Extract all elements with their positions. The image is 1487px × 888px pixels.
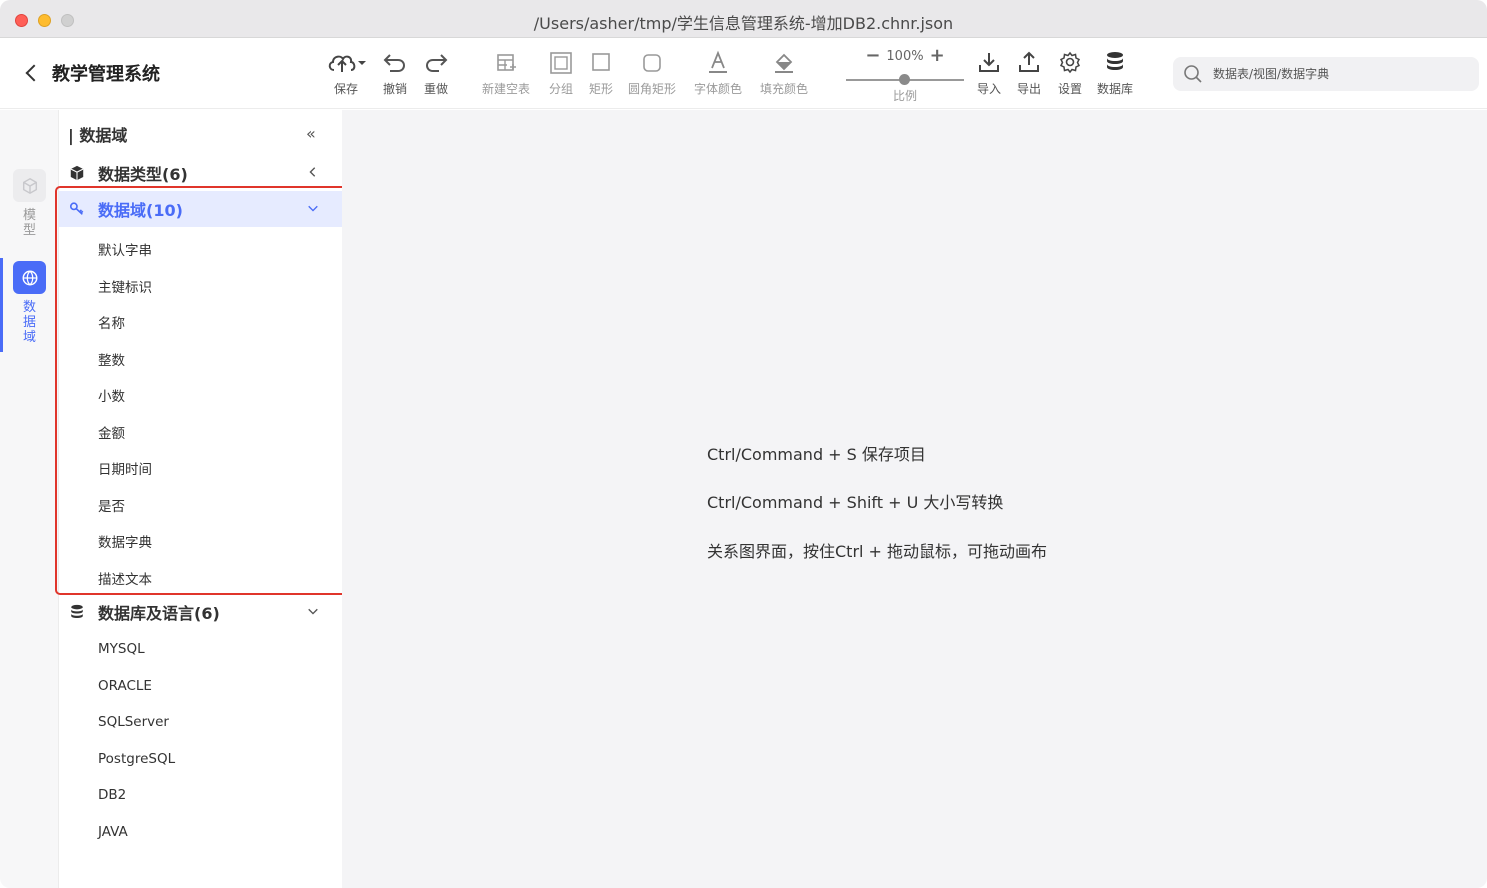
left-rail: 模型 数据域	[0, 110, 59, 888]
hint-case-convert: Ctrl/Command + Shift + U 大小写转换	[707, 493, 1004, 512]
font-color-icon	[709, 50, 727, 73]
group-data-types-title: 数据类型(6)	[98, 165, 188, 184]
redo-button[interactable]: 重做	[423, 50, 449, 97]
new-table-label: 新建空表	[482, 82, 531, 96]
group-label: 分组	[548, 82, 573, 96]
system-title: 教学管理系统	[52, 64, 160, 85]
globe-icon	[13, 261, 46, 294]
zoom-slider-handle[interactable]	[899, 74, 910, 85]
font-color-label: 字体颜色	[694, 82, 743, 96]
collapse-panel-button[interactable]: «	[306, 124, 316, 143]
search-icon	[1184, 65, 1202, 83]
db-item[interactable]: SQLServer	[98, 714, 169, 730]
group-icon	[550, 52, 572, 74]
window-title: /Users/asher/tmp/学生信息管理系统-增加DB2.chnr.jso…	[533, 14, 954, 33]
fill-color-label: 填充颜色	[760, 82, 809, 96]
panel-title: | 数据域	[68, 126, 128, 145]
db-item[interactable]: MYSQL	[98, 641, 145, 657]
cube-icon	[68, 164, 86, 182]
redo-label: 重做	[423, 82, 448, 96]
import-button[interactable]: 导入	[976, 50, 1002, 97]
zoom-control: − 100% + 比例	[844, 47, 966, 104]
group-button[interactable]: 分组	[548, 50, 574, 97]
hint-drag-canvas: 关系图界面，按住Ctrl + 拖动鼠标，可拖动画布	[707, 542, 1048, 561]
new-table-button[interactable]: 新建空表	[482, 50, 530, 97]
zoom-label: 比例	[892, 89, 917, 103]
group-database-languages-title: 数据库及语言(6)	[98, 604, 220, 623]
paint-bucket-icon	[775, 53, 793, 73]
settings-label: 设置	[1057, 82, 1082, 96]
rounded-rectangle-label: 圆角矩形	[628, 82, 677, 96]
db-item[interactable]: DB2	[98, 787, 126, 803]
title-bar: /Users/asher/tmp/学生信息管理系统-增加DB2.chnr.jso…	[0, 0, 1487, 38]
import-label: 导入	[976, 82, 1001, 96]
rectangle-label: 矩形	[588, 82, 613, 96]
rounded-rectangle-button[interactable]: 圆角矩形	[628, 50, 676, 97]
database-icon	[68, 603, 86, 621]
highlight-annotation	[55, 186, 354, 595]
hint-save: Ctrl/Command + S 保存项目	[707, 445, 926, 464]
save-button[interactable]: 保存	[326, 50, 366, 97]
database-button[interactable]: 数据库	[1097, 50, 1133, 97]
rail-item-domain[interactable]: 数据域	[0, 261, 59, 345]
font-color-button[interactable]: 字体颜色	[694, 50, 742, 97]
import-icon	[979, 53, 999, 72]
search-box[interactable]	[1173, 57, 1479, 91]
database-label: 数据库	[1097, 82, 1134, 96]
rail-domain-label: 数据域	[22, 300, 36, 345]
undo-icon	[383, 54, 405, 72]
undo-button[interactable]: 撤销	[382, 50, 408, 97]
cloud-upload-icon	[328, 55, 366, 72]
model-icon	[13, 169, 46, 202]
toolbar: 教学管理系统 保存 撤销 重做 新建空表 分组 矩形 圆角矩形 字体颜色 填充颜…	[0, 38, 1487, 109]
gear-icon	[1059, 51, 1081, 74]
group-database-languages[interactable]: 数据库及语言(6)	[59, 594, 342, 630]
export-label: 导出	[1016, 82, 1041, 96]
undo-label: 撤销	[382, 82, 407, 96]
rail-item-model[interactable]: 模型	[0, 169, 59, 238]
db-item[interactable]: PostgreSQL	[98, 751, 175, 767]
chevron-left-icon[interactable]	[306, 165, 320, 179]
new-table-icon	[497, 54, 516, 71]
zoom-in-button[interactable]: +	[930, 47, 945, 65]
fill-color-button[interactable]: 填充颜色	[760, 50, 808, 97]
export-button[interactable]: 导出	[1016, 50, 1042, 97]
rail-model-label: 模型	[22, 208, 36, 238]
rounded-rectangle-icon	[643, 54, 661, 72]
back-button[interactable]: 教学管理系统	[22, 60, 160, 86]
db-item[interactable]: ORACLE	[98, 678, 152, 694]
search-input[interactable]	[1213, 67, 1463, 81]
rectangle-button[interactable]: 矩形	[588, 50, 614, 97]
redo-icon	[426, 54, 448, 72]
rectangle-icon	[592, 53, 610, 71]
export-icon	[1019, 51, 1039, 72]
save-label: 保存	[333, 82, 358, 96]
zoom-out-button[interactable]: −	[865, 47, 880, 65]
chevron-down-icon[interactable]	[306, 604, 320, 618]
chevron-left-icon	[25, 64, 43, 82]
database-icon	[1107, 52, 1123, 70]
settings-button[interactable]: 设置	[1057, 50, 1083, 97]
diagram-canvas[interactable]: Ctrl/Command + S 保存项目 Ctrl/Command + Shi…	[342, 110, 1487, 888]
zoom-value: 100%	[886, 48, 924, 64]
app-window: /Users/asher/tmp/学生信息管理系统-增加DB2.chnr.jso…	[0, 0, 1487, 888]
db-item[interactable]: JAVA	[98, 824, 128, 840]
